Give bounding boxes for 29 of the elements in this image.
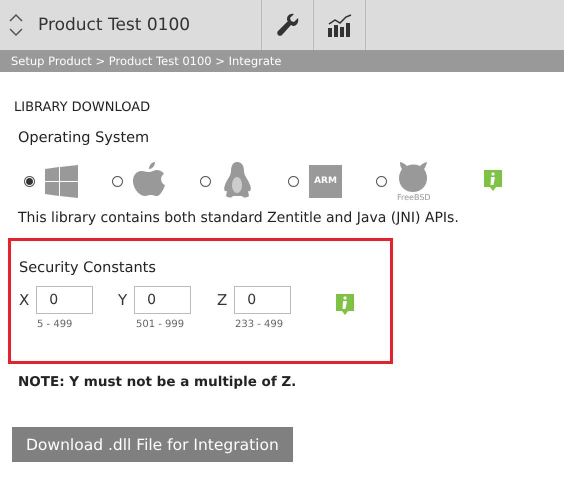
field-label: Y: [118, 291, 128, 309]
wrench-icon: [276, 13, 300, 37]
radio-button[interactable]: [24, 176, 35, 186]
chart-icon: [326, 13, 352, 37]
download-button[interactable]: Download .dll File for Integration: [12, 427, 293, 462]
input-field[interactable]: 0: [36, 286, 94, 314]
arm-logo: ARM: [309, 164, 342, 198]
range-hint: 5 - 499: [37, 319, 74, 330]
radio-button[interactable]: [200, 176, 211, 186]
field-label: X: [19, 291, 30, 309]
range-hint: 501 - 999: [136, 319, 186, 330]
windows-icon: [45, 164, 78, 198]
input-field[interactable]: 0: [134, 286, 192, 314]
penguin-icon: [221, 162, 254, 200]
input-field[interactable]: 0: [234, 286, 292, 314]
product-title: Product Test 0100: [38, 15, 190, 35]
radio-button[interactable]: [376, 176, 387, 186]
note: NOTE: Y must not be a multiple of Z.: [18, 374, 296, 390]
description: This library contains both standard Zentitle and Java (JNI) APIs.: [18, 210, 459, 226]
breadcrumb: Setup Product > Product Test 0100 > Integrate: [0, 50, 564, 72]
section-title: LIBRARY DOWNLOAD: [14, 100, 150, 115]
radio-button[interactable]: [112, 176, 123, 186]
os-label: Operating System: [18, 130, 150, 146]
field-label: Z: [217, 291, 228, 309]
range-hint: 233 - 499: [235, 319, 284, 330]
radio-button[interactable]: [288, 176, 299, 186]
up-down-icon[interactable]: [8, 12, 24, 38]
security-title: Security Constants: [19, 260, 156, 276]
freebsd-logo: FreeBSD: [397, 160, 431, 202]
